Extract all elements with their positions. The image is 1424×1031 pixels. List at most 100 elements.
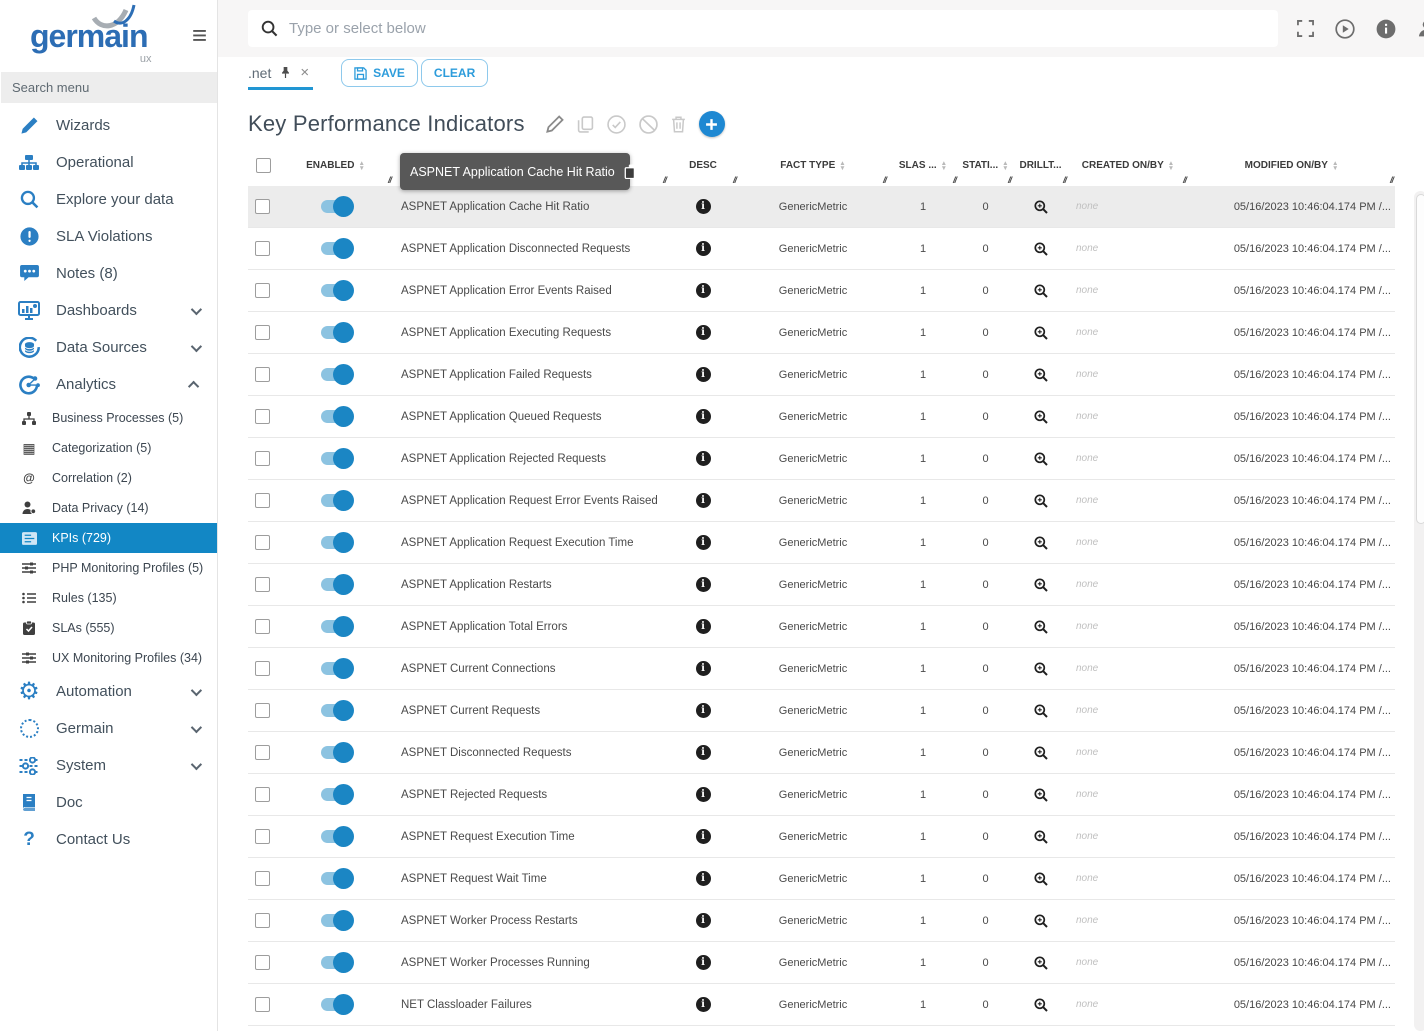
vertical-scrollbar[interactable] [1414, 191, 1424, 1031]
chevron-down-icon[interactable] [191, 303, 202, 314]
sidebar-item-data-sources[interactable]: Data Sources [0, 329, 217, 366]
sidebar-item-categorization[interactable]: Categorization (5) [0, 433, 217, 463]
column-resize-handle[interactable] [388, 175, 391, 185]
table-row[interactable]: ASPNET Request Wait Time GenericMetric 1… [248, 858, 1395, 900]
sidebar-item-kpis[interactable]: KPIs (729) [0, 523, 217, 553]
zoom-in-icon[interactable] [1034, 326, 1048, 340]
row-checkbox[interactable] [255, 913, 270, 928]
info-icon[interactable] [696, 997, 711, 1012]
row-checkbox[interactable] [255, 577, 270, 592]
sidebar-item-doc[interactable]: Doc [0, 784, 217, 821]
info-icon[interactable] [696, 619, 711, 634]
zoom-in-icon[interactable] [1034, 662, 1048, 676]
enabled-toggle[interactable] [321, 578, 351, 591]
table-row[interactable]: ASPNET Application Request Error Events … [248, 480, 1395, 522]
row-checkbox[interactable] [255, 283, 270, 298]
zoom-in-icon[interactable] [1034, 998, 1048, 1012]
info-icon[interactable] [696, 409, 711, 424]
sidebar-item-dashboards[interactable]: Dashboards [0, 292, 217, 329]
column-resize-handle[interactable] [1390, 175, 1393, 185]
global-search[interactable] [248, 10, 1278, 47]
table-row[interactable]: ASPNET Application Queued Requests Gener… [248, 396, 1395, 438]
sidebar-item-system[interactable]: System [0, 747, 217, 784]
column-resize-handle[interactable] [1008, 175, 1011, 185]
zoom-in-icon[interactable] [1034, 830, 1048, 844]
enabled-toggle[interactable] [321, 788, 351, 801]
sidebar-search-input[interactable] [1, 72, 217, 103]
row-checkbox[interactable] [255, 703, 270, 718]
enabled-toggle[interactable] [321, 536, 351, 549]
chevron-down-icon[interactable] [191, 758, 202, 769]
info-icon[interactable] [696, 199, 711, 214]
sidebar-item-ux-monitoring-profiles[interactable]: UX Monitoring Profiles (34) [0, 643, 217, 673]
column-resize-handle[interactable] [1063, 175, 1066, 185]
enabled-toggle[interactable] [321, 242, 351, 255]
info-icon[interactable] [696, 577, 711, 592]
table-row[interactable]: ASPNET Application Request Execution Tim… [248, 522, 1395, 564]
edit-icon[interactable] [546, 115, 564, 133]
info-icon[interactable] [696, 787, 711, 802]
row-checkbox[interactable] [255, 451, 270, 466]
header-slas[interactable]: SLAS ... [888, 145, 958, 186]
table-row[interactable]: ASPNET Application Executing Requests Ge… [248, 312, 1395, 354]
enabled-toggle[interactable] [321, 956, 351, 969]
row-checkbox[interactable] [255, 493, 270, 508]
sidebar-item-slas[interactable]: SLAs (555) [0, 613, 217, 643]
filter-tag-net[interactable]: .net [248, 57, 313, 90]
enabled-toggle[interactable] [321, 746, 351, 759]
sidebar-item-explore[interactable]: Explore your data [0, 181, 217, 218]
enabled-toggle[interactable] [321, 872, 351, 885]
row-checkbox[interactable] [255, 409, 270, 424]
table-row[interactable]: ASPNET Application Error Events Raised G… [248, 270, 1395, 312]
enabled-toggle[interactable] [321, 914, 351, 927]
enabled-toggle[interactable] [321, 284, 351, 297]
clear-button[interactable]: CLEAR [421, 59, 488, 87]
zoom-in-icon[interactable] [1034, 368, 1048, 382]
sort-icon[interactable] [358, 161, 364, 171]
sidebar-item-data-privacy[interactable]: Data Privacy (14) [0, 493, 217, 523]
row-checkbox[interactable] [255, 325, 270, 340]
enabled-toggle[interactable] [321, 830, 351, 843]
sidebar-item-business-processes[interactable]: Business Processes (5) [0, 403, 217, 433]
table-row[interactable]: NET Classloader Failures GenericMetric 1… [248, 984, 1395, 1026]
enabled-toggle[interactable] [321, 620, 351, 633]
play-circle-icon[interactable] [1335, 19, 1355, 39]
row-checkbox[interactable] [255, 787, 270, 802]
enabled-toggle[interactable] [321, 200, 351, 213]
zoom-in-icon[interactable] [1034, 872, 1048, 886]
info-icon[interactable] [696, 955, 711, 970]
column-resize-handle[interactable] [883, 175, 886, 185]
header-desc[interactable]: DESC [668, 145, 738, 186]
menu-icon[interactable] [192, 22, 207, 48]
enabled-toggle[interactable] [321, 368, 351, 381]
row-checkbox[interactable] [255, 199, 270, 214]
sidebar-item-automation[interactable]: Automation [0, 673, 217, 710]
copy-icon[interactable] [624, 164, 639, 179]
info-icon[interactable] [696, 661, 711, 676]
sidebar-item-operational[interactable]: Operational [0, 144, 217, 181]
row-checkbox[interactable] [255, 997, 270, 1012]
info-icon[interactable] [696, 493, 711, 508]
fullscreen-icon[interactable] [1297, 20, 1314, 37]
enabled-toggle[interactable] [321, 704, 351, 717]
enabled-toggle[interactable] [321, 410, 351, 423]
chevron-down-icon[interactable] [191, 340, 202, 351]
column-resize-handle[interactable] [663, 175, 666, 185]
enabled-toggle[interactable] [321, 452, 351, 465]
info-icon[interactable] [696, 703, 711, 718]
info-icon[interactable] [696, 241, 711, 256]
zoom-in-icon[interactable] [1034, 620, 1048, 634]
row-checkbox[interactable] [255, 367, 270, 382]
info-icon[interactable] [696, 745, 711, 760]
info-icon[interactable] [696, 829, 711, 844]
row-checkbox[interactable] [255, 955, 270, 970]
info-icon[interactable] [696, 325, 711, 340]
zoom-in-icon[interactable] [1034, 410, 1048, 424]
table-row[interactable]: ASPNET Request Execution Time GenericMet… [248, 816, 1395, 858]
row-checkbox[interactable] [255, 241, 270, 256]
info-circle-icon[interactable] [1376, 19, 1396, 39]
column-resize-handle[interactable] [1183, 175, 1186, 185]
header-enabled[interactable]: ENABLED [278, 145, 393, 186]
check-circle-icon[interactable] [607, 115, 626, 134]
global-search-input[interactable] [289, 20, 1265, 37]
